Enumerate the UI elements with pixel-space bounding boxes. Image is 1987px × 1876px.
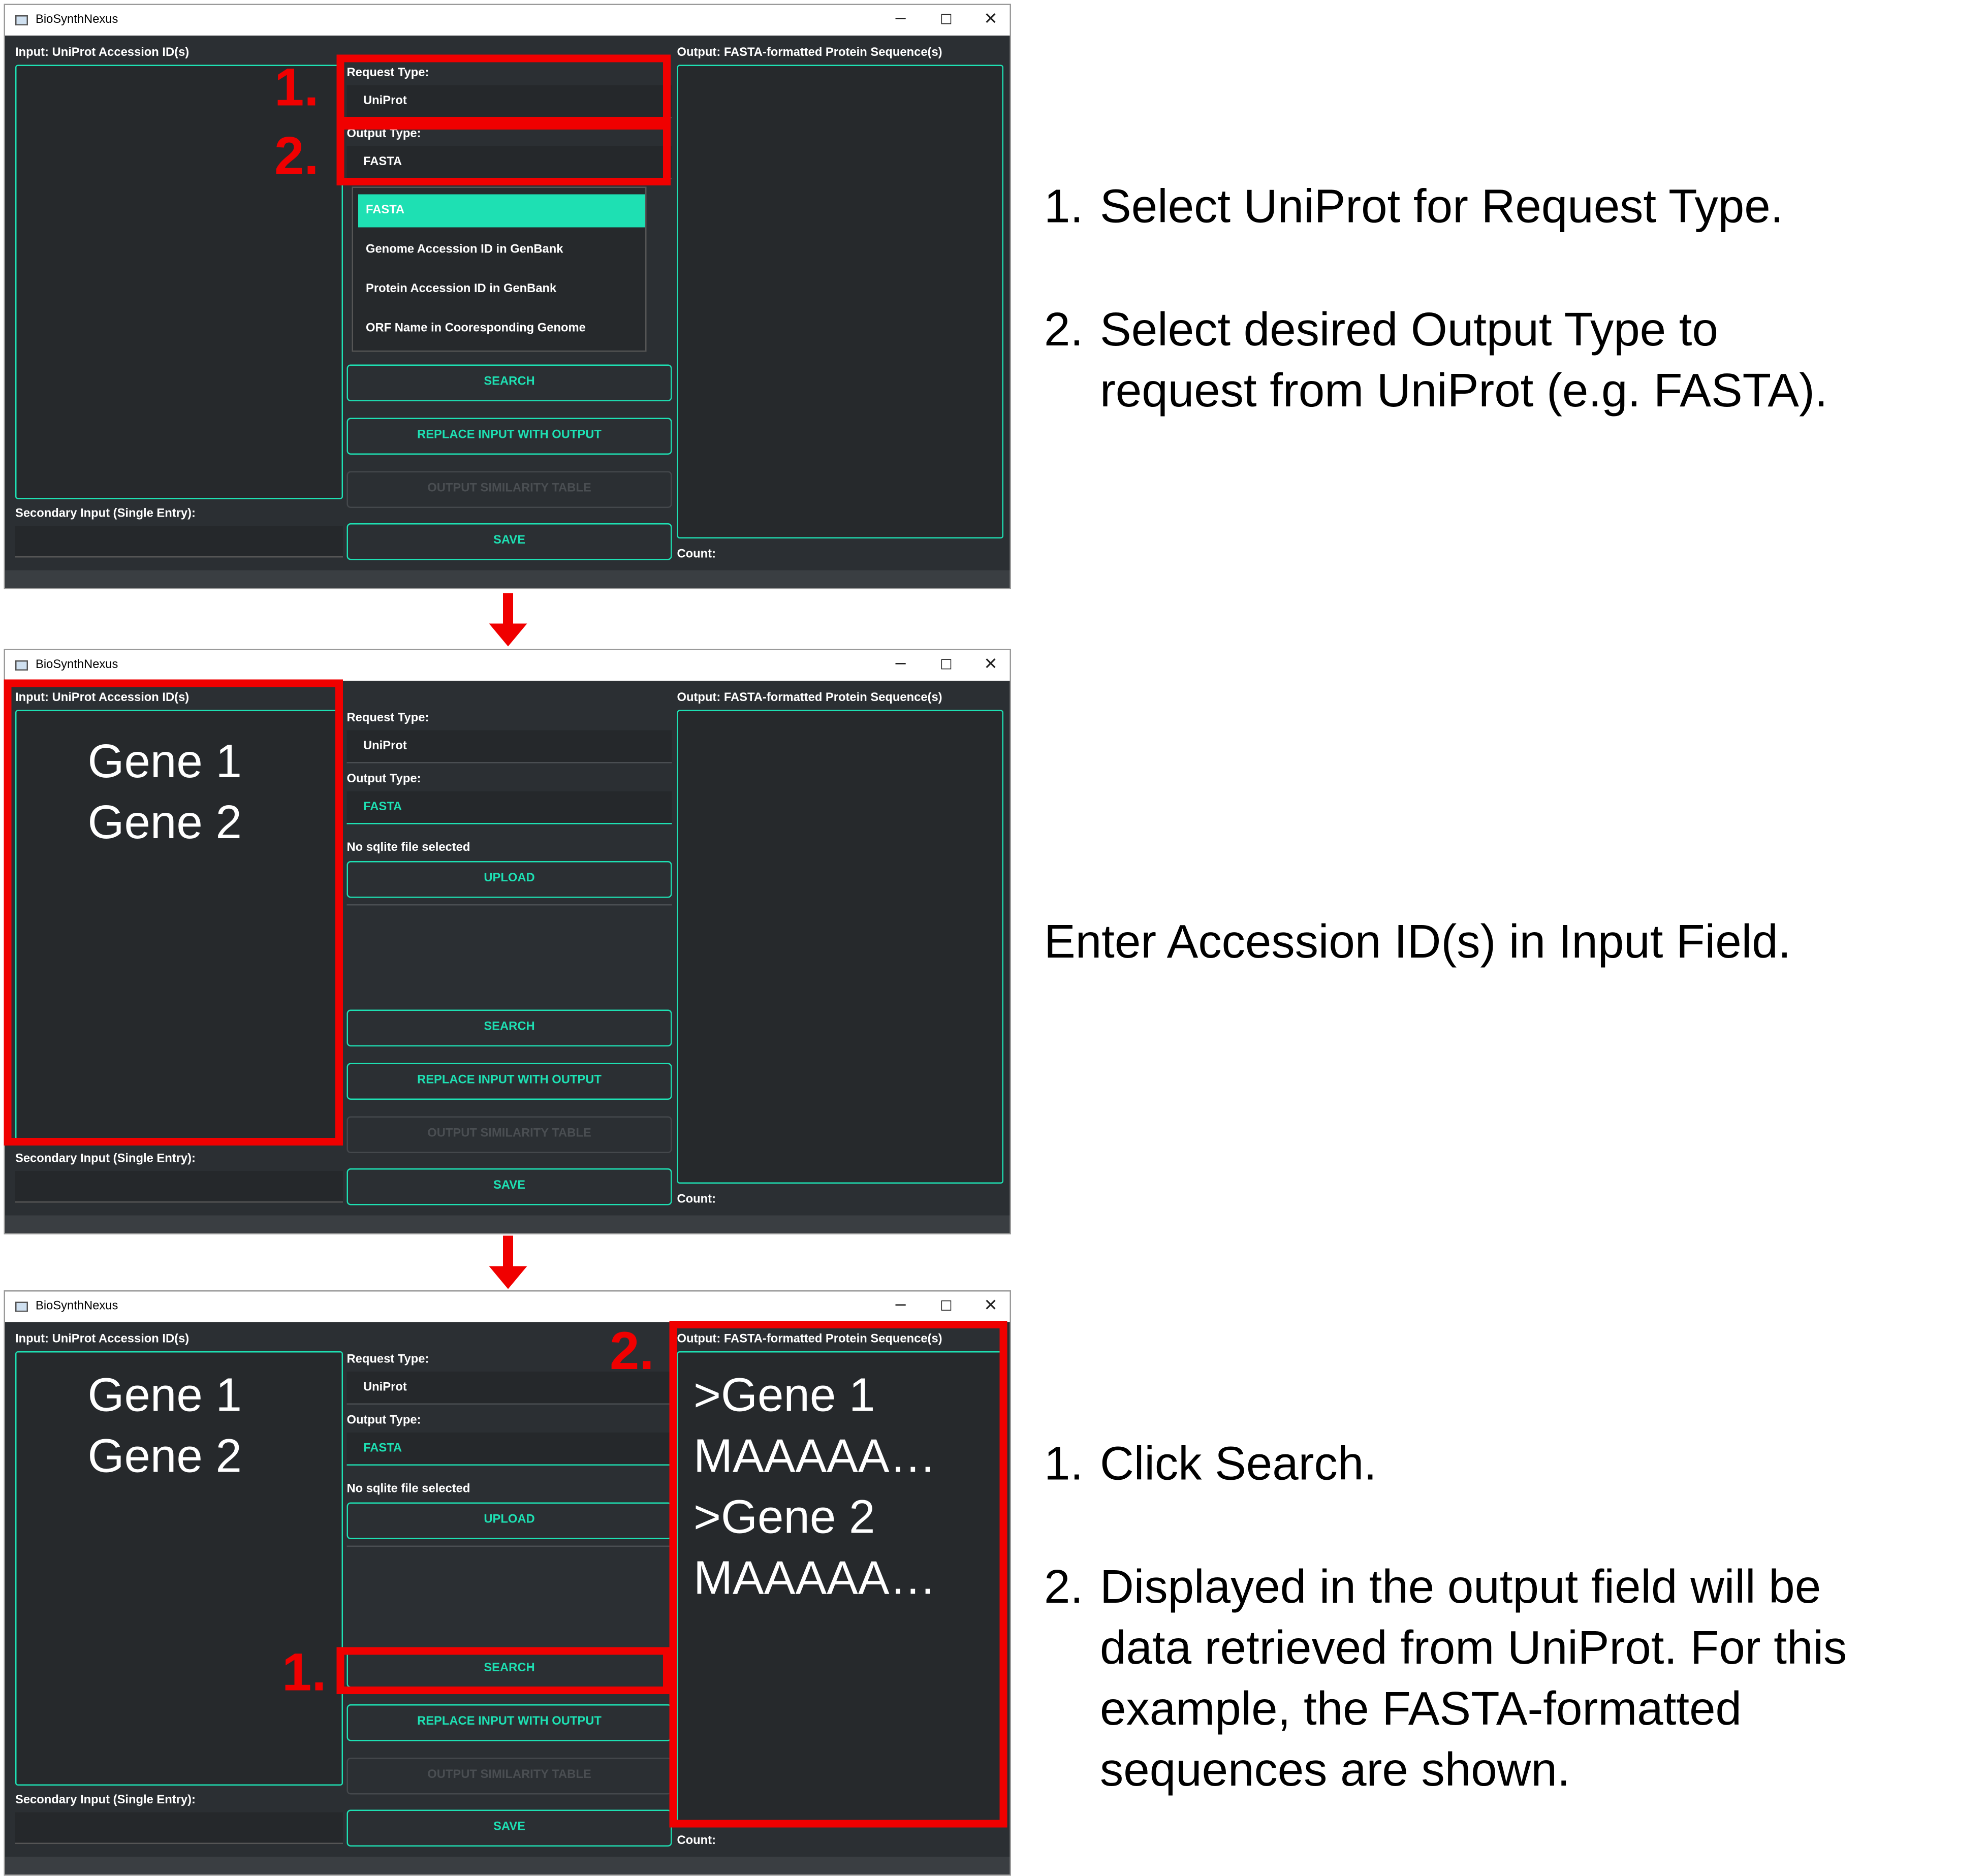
dropdown-option-genome-accession[interactable]: Genome Accession ID in GenBank bbox=[358, 234, 645, 267]
marker-2: 2. bbox=[610, 1321, 654, 1381]
input-textbox[interactable]: Gene 1 Gene 2 bbox=[15, 1351, 343, 1786]
secondary-input-label: Secondary Input (Single Entry): bbox=[15, 1152, 196, 1166]
output-label: Output: FASTA-formatted Protein Sequence… bbox=[677, 46, 942, 60]
highlight-request-type bbox=[336, 54, 671, 124]
highlight-output-field bbox=[669, 1321, 1007, 1828]
title-bar: BioSynthNexus ─ ☐ ✕ bbox=[5, 5, 1010, 36]
sqlite-status-label: No sqlite file selected bbox=[346, 1482, 470, 1497]
dropdown-option-orf-name[interactable]: ORF Name in Cooresponding Genome bbox=[358, 312, 645, 345]
save-button[interactable]: SAVE bbox=[346, 1168, 672, 1205]
secondary-input-field[interactable] bbox=[15, 1812, 343, 1844]
similarity-table-button[interactable]: OUTPUT SIMILARITY TABLE bbox=[346, 1758, 672, 1795]
step-text: example, the FASTA-formatted bbox=[1100, 1682, 1742, 1735]
divider bbox=[346, 904, 672, 906]
output-type-select[interactable]: FASTA bbox=[346, 1433, 672, 1466]
highlight-search-button bbox=[336, 1647, 671, 1694]
output-type-value: FASTA bbox=[363, 800, 402, 814]
step-number: 2. bbox=[1044, 1561, 1084, 1613]
minimize-button[interactable]: ─ bbox=[881, 653, 920, 678]
dropdown-option-fasta[interactable]: FASTA bbox=[358, 194, 645, 228]
search-button[interactable]: SEARCH bbox=[346, 1009, 672, 1046]
highlight-output-type bbox=[336, 122, 671, 185]
window-title: BioSynthNexus bbox=[36, 1299, 118, 1314]
output-type-label: Output Type: bbox=[346, 1413, 421, 1428]
request-type-value: UniProt bbox=[363, 1380, 407, 1395]
close-button[interactable]: ✕ bbox=[972, 8, 1010, 33]
maximize-button[interactable]: ☐ bbox=[927, 1294, 965, 1320]
sqlite-status-label: No sqlite file selected bbox=[346, 841, 470, 855]
minimize-button[interactable]: ─ bbox=[881, 8, 920, 33]
divider bbox=[346, 1545, 672, 1547]
input-label: Input: UniProt Accession ID(s) bbox=[15, 46, 190, 60]
request-type-value: UniProt bbox=[363, 739, 407, 753]
replace-input-button[interactable]: REPLACE INPUT WITH OUTPUT bbox=[346, 1063, 672, 1100]
status-bar bbox=[5, 1215, 1010, 1233]
request-type-select[interactable]: UniProt bbox=[346, 730, 672, 764]
output-type-value: FASTA bbox=[363, 1441, 402, 1456]
close-button[interactable]: ✕ bbox=[972, 653, 1010, 678]
upload-button[interactable]: UPLOAD bbox=[346, 1502, 672, 1539]
replace-input-button[interactable]: REPLACE INPUT WITH OUTPUT bbox=[346, 1704, 672, 1741]
step-number: 1. bbox=[1044, 1438, 1084, 1490]
step-text: sequences are shown. bbox=[1100, 1743, 1570, 1796]
status-bar bbox=[5, 570, 1010, 588]
window-title: BioSynthNexus bbox=[36, 13, 118, 27]
request-type-label: Request Type: bbox=[346, 1352, 429, 1367]
app-icon bbox=[15, 1301, 28, 1312]
step-text: data retrieved from UniProt. For this bbox=[1100, 1621, 1847, 1674]
marker-2: 2. bbox=[274, 125, 319, 185]
maximize-button[interactable]: ☐ bbox=[927, 653, 965, 678]
replace-input-button[interactable]: REPLACE INPUT WITH OUTPUT bbox=[346, 418, 672, 455]
marker-1: 1. bbox=[274, 57, 319, 117]
secondary-input-label: Secondary Input (Single Entry): bbox=[15, 506, 196, 521]
title-bar: BioSynthNexus ─ ☐ ✕ bbox=[5, 650, 1010, 681]
output-type-dropdown: FASTA Genome Accession ID in GenBank Pro… bbox=[352, 186, 647, 352]
count-label: Count: bbox=[677, 1192, 716, 1207]
input-line: Gene 2 bbox=[87, 1430, 242, 1482]
output-type-label: Output Type: bbox=[346, 772, 421, 786]
secondary-input-label: Secondary Input (Single Entry): bbox=[15, 1793, 196, 1807]
request-type-label: Request Type: bbox=[346, 711, 429, 725]
save-button[interactable]: SAVE bbox=[346, 523, 672, 560]
step-text: Displayed in the output field will be bbox=[1100, 1561, 1821, 1613]
input-label: Input: UniProt Accession ID(s) bbox=[15, 1332, 190, 1347]
count-label: Count: bbox=[677, 547, 716, 562]
input-line: Gene 1 bbox=[87, 1369, 242, 1421]
output-type-select[interactable]: FASTA bbox=[346, 791, 672, 824]
down-arrow-2 bbox=[489, 1235, 527, 1292]
app-icon bbox=[15, 660, 28, 671]
output-textbox[interactable] bbox=[677, 65, 1003, 538]
upload-button[interactable]: UPLOAD bbox=[346, 861, 672, 898]
secondary-input-field[interactable] bbox=[15, 1171, 343, 1203]
save-button[interactable]: SAVE bbox=[346, 1809, 672, 1847]
step-text: request from UniProt (e.g. FASTA). bbox=[1100, 364, 1828, 417]
step-text: Enter Accession ID(s) in Input Field. bbox=[1044, 915, 1791, 968]
count-label: Count: bbox=[677, 1834, 716, 1848]
down-arrow-1 bbox=[489, 593, 527, 649]
output-textbox[interactable] bbox=[677, 710, 1003, 1184]
step-number: 1. bbox=[1044, 180, 1084, 233]
step-text: Select UniProt for Request Type. bbox=[1100, 180, 1784, 233]
dropdown-option-protein-accession[interactable]: Protein Accession ID in GenBank bbox=[358, 273, 645, 306]
maximize-button[interactable]: ☐ bbox=[927, 8, 965, 33]
search-button[interactable]: SEARCH bbox=[346, 364, 672, 401]
step-text: Select desired Output Type to bbox=[1100, 303, 1718, 356]
app-icon bbox=[15, 15, 28, 25]
step-text: Click Search. bbox=[1100, 1438, 1377, 1490]
similarity-table-button[interactable]: OUTPUT SIMILARITY TABLE bbox=[346, 471, 672, 508]
step-number: 2. bbox=[1044, 303, 1084, 356]
minimize-button[interactable]: ─ bbox=[881, 1294, 920, 1320]
secondary-input-field[interactable] bbox=[15, 526, 343, 558]
marker-1: 1. bbox=[282, 1642, 327, 1702]
output-label: Output: FASTA-formatted Protein Sequence… bbox=[677, 691, 942, 705]
close-button[interactable]: ✕ bbox=[972, 1294, 1010, 1320]
tutorial-figure: BioSynthNexus ─ ☐ ✕ Input: UniProt Acces… bbox=[0, 0, 1986, 1876]
highlight-input-field bbox=[4, 679, 343, 1146]
similarity-table-button[interactable]: OUTPUT SIMILARITY TABLE bbox=[346, 1116, 672, 1153]
title-bar: BioSynthNexus ─ ☐ ✕ bbox=[5, 1291, 1010, 1322]
window-title: BioSynthNexus bbox=[36, 658, 118, 672]
status-bar bbox=[5, 1857, 1010, 1874]
